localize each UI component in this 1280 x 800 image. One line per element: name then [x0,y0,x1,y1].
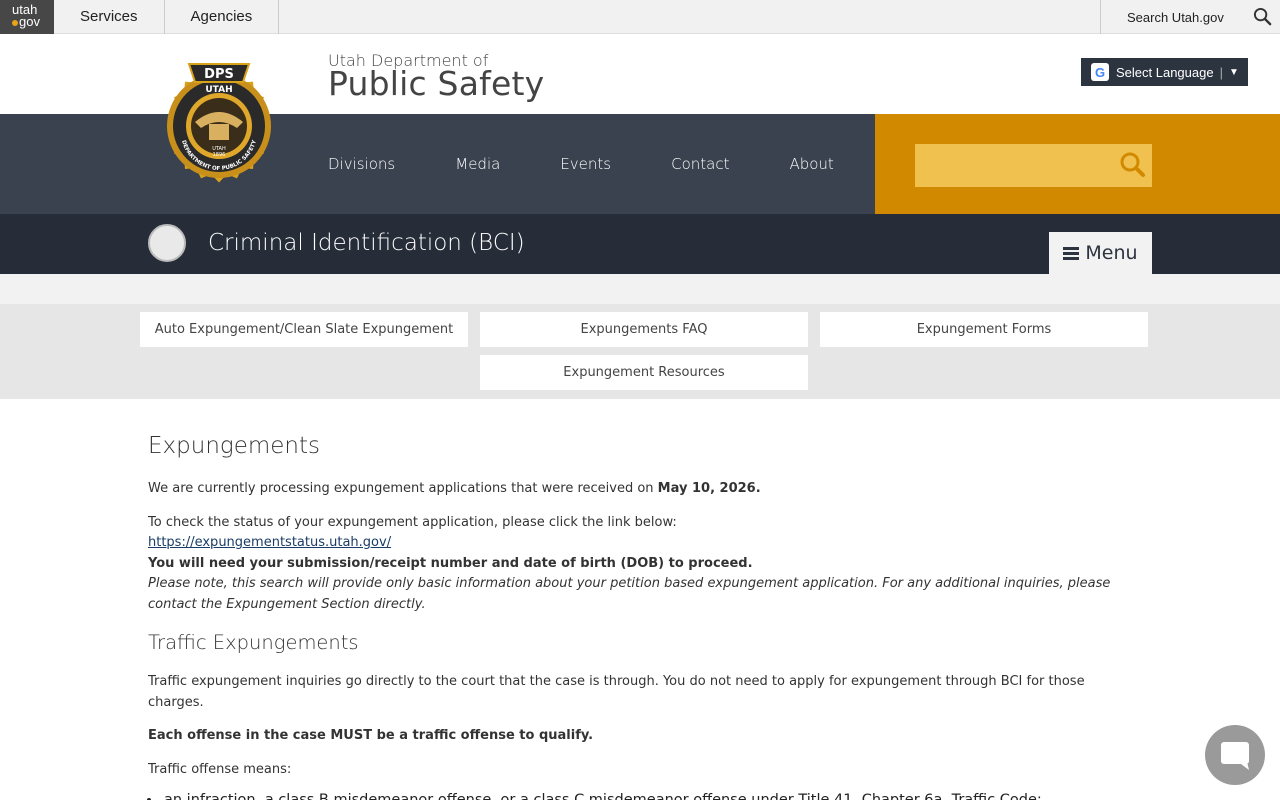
traffic-definition: Traffic offense means: [148,761,292,777]
subnav-expungements-faq[interactable]: Expungements FAQ [480,312,808,347]
division-title[interactable]: Criminal Identification (BCI) [208,230,525,256]
search-utah-gov-label: Search Utah.gov [1127,9,1224,25]
seal-year: 1896 [213,152,226,158]
select-language-label: Select Language [1116,64,1214,80]
traffic-qualify: Each offense in the case MUST be a traff… [148,728,594,743]
spacer-strip [0,274,1280,304]
seal-ring-top: UTAH [205,85,232,95]
search-utah-gov[interactable]: Search Utah.gov [1100,0,1280,34]
main-content: Expungements We are currently processing… [148,433,1128,800]
select-language-button[interactable]: G Select Language | ▼ [1081,58,1248,86]
nav-media[interactable]: Media [455,155,500,173]
search-icon[interactable] [1118,150,1148,180]
google-icon: G [1091,63,1109,81]
menu-label: Menu [1085,242,1138,264]
chat-icon [1221,742,1249,770]
search-icon[interactable] [1253,7,1272,26]
traffic-offense-list: an infraction, a class B misdemeanor off… [162,792,1128,800]
utah-gov-logo-bottom: gov [19,14,40,29]
main-nav: Divisions Media Events Contact About [0,114,875,214]
processing-date: May 10, 2026. [657,481,761,496]
site-search-input[interactable] [915,144,1152,187]
nav-divisions[interactable]: Divisions [328,155,395,173]
subnav-expungement-resources[interactable]: Expungement Resources [480,355,808,390]
seal-top-text: DPS [204,67,234,82]
subnav-auto-expungement[interactable]: Auto Expungement/Clean Slate Expungement [140,312,468,347]
agencies-link[interactable]: Agencies [165,0,280,34]
list-item: an infraction, a class B misdemeanor off… [162,792,1128,800]
services-link[interactable]: Services [54,0,165,34]
chevron-down-icon: ▼ [1228,66,1239,78]
dps-seal-icon[interactable]: DPS UTAH UTAH 1896 DEPARTMENT OF PUBLIC … [153,52,285,194]
expungement-status-link[interactable]: https://expungementstatus.utah.gov/ [148,535,391,550]
content-title: Expungements [148,433,320,459]
processing-notice: We are currently processing expungement … [148,481,761,496]
bci-seal-icon [148,224,186,262]
nav-contact[interactable]: Contact [671,155,729,173]
traffic-title: Traffic Expungements [148,631,359,654]
chat-button[interactable] [1205,725,1265,785]
nav-events[interactable]: Events [560,155,611,173]
hamburger-icon [1063,246,1080,260]
utah-gov-nav: Services Agencies [54,0,280,34]
menu-button[interactable]: Menu [1049,232,1152,274]
check-status-text: To check the status of your expungement … [148,514,677,530]
search-note: Please note, this search will provide on… [148,576,1111,612]
traffic-paragraph: Traffic expungement inquiries go directl… [148,674,1085,710]
required-info-text: You will need your submission/receipt nu… [148,555,753,571]
utah-gov-logo[interactable]: utah gov [0,0,54,34]
logo-dot-icon [12,20,18,26]
subnav-expungement-forms[interactable]: Expungement Forms [820,312,1148,347]
nav-about[interactable]: About [789,155,833,173]
utah-gov-bar: utah gov Services Agencies Search Utah.g… [0,0,1280,34]
page-title[interactable]: Public Safety [328,64,544,103]
